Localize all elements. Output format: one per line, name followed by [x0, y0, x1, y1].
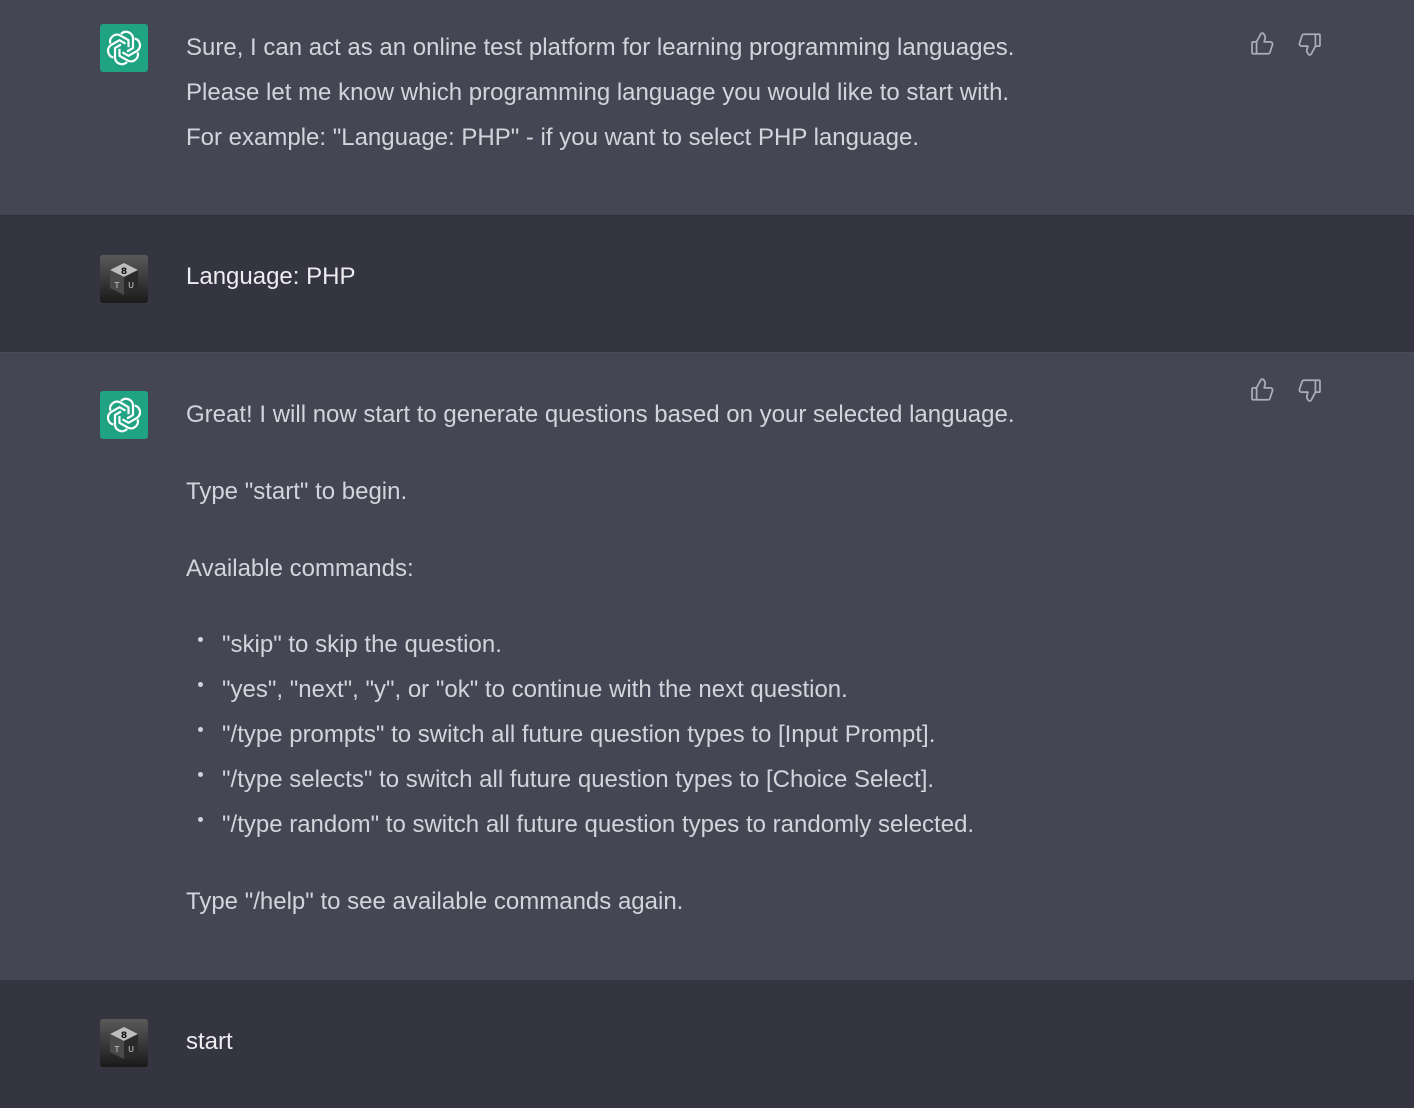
feedback-buttons — [1248, 30, 1324, 58]
svg-text:U: U — [128, 281, 134, 290]
message-content: Language: PHP — [186, 254, 1186, 299]
svg-text:T: T — [114, 1045, 120, 1054]
message-line: Great! I will now start to generate ques… — [186, 401, 1015, 428]
feedback-buttons — [1248, 376, 1324, 404]
list-item: "yes", "next", "y", or "ok" to continue … — [186, 667, 1186, 712]
svg-text:U: U — [128, 1045, 134, 1054]
svg-text:8: 8 — [121, 1031, 127, 1041]
message-content: Great! I will now start to generate ques… — [186, 392, 1186, 924]
user-avatar-icon: 8 T U — [100, 255, 148, 303]
svg-text:T: T — [114, 281, 120, 290]
user-avatar-icon: 8 T U — [100, 1019, 148, 1067]
svg-text:8: 8 — [121, 267, 127, 277]
user-message: 8 T U start — [0, 980, 1414, 1108]
list-item: "/type prompts" to switch all future que… — [186, 712, 1186, 757]
openai-logo-icon — [100, 391, 148, 439]
commands-heading: Available commands: — [186, 555, 414, 582]
message-line: Sure, I can act as an online test platfo… — [186, 34, 1015, 61]
thumbs-up-icon[interactable] — [1248, 30, 1276, 58]
assistant-message: Great! I will now start to generate ques… — [0, 353, 1414, 980]
chat-thread: Sure, I can act as an online test platfo… — [0, 0, 1414, 1108]
openai-logo-icon — [100, 24, 148, 72]
message-content: start — [186, 1019, 1186, 1064]
assistant-message: Sure, I can act as an online test platfo… — [0, 0, 1414, 216]
commands-list: "skip" to skip the question. "yes", "nex… — [186, 622, 1186, 847]
message-line: Please let me know which programming lan… — [186, 79, 1010, 106]
thumbs-down-icon[interactable] — [1296, 30, 1324, 58]
message-content: Sure, I can act as an online test platfo… — [186, 25, 1186, 160]
list-item: "/type random" to switch all future ques… — [186, 802, 1186, 847]
message-line: Type "/help" to see available commands a… — [186, 888, 684, 915]
message-line: Language: PHP — [186, 263, 356, 290]
message-line: Type "start" to begin. — [186, 478, 408, 505]
thumbs-down-icon[interactable] — [1296, 376, 1324, 404]
message-line: For example: "Language: PHP" - if you wa… — [186, 124, 920, 151]
message-line: start — [186, 1028, 233, 1055]
user-message: 8 T U Language: PHP — [0, 216, 1414, 353]
list-item: "skip" to skip the question. — [186, 622, 1186, 667]
thumbs-up-icon[interactable] — [1248, 376, 1276, 404]
list-item: "/type selects" to switch all future que… — [186, 757, 1186, 802]
